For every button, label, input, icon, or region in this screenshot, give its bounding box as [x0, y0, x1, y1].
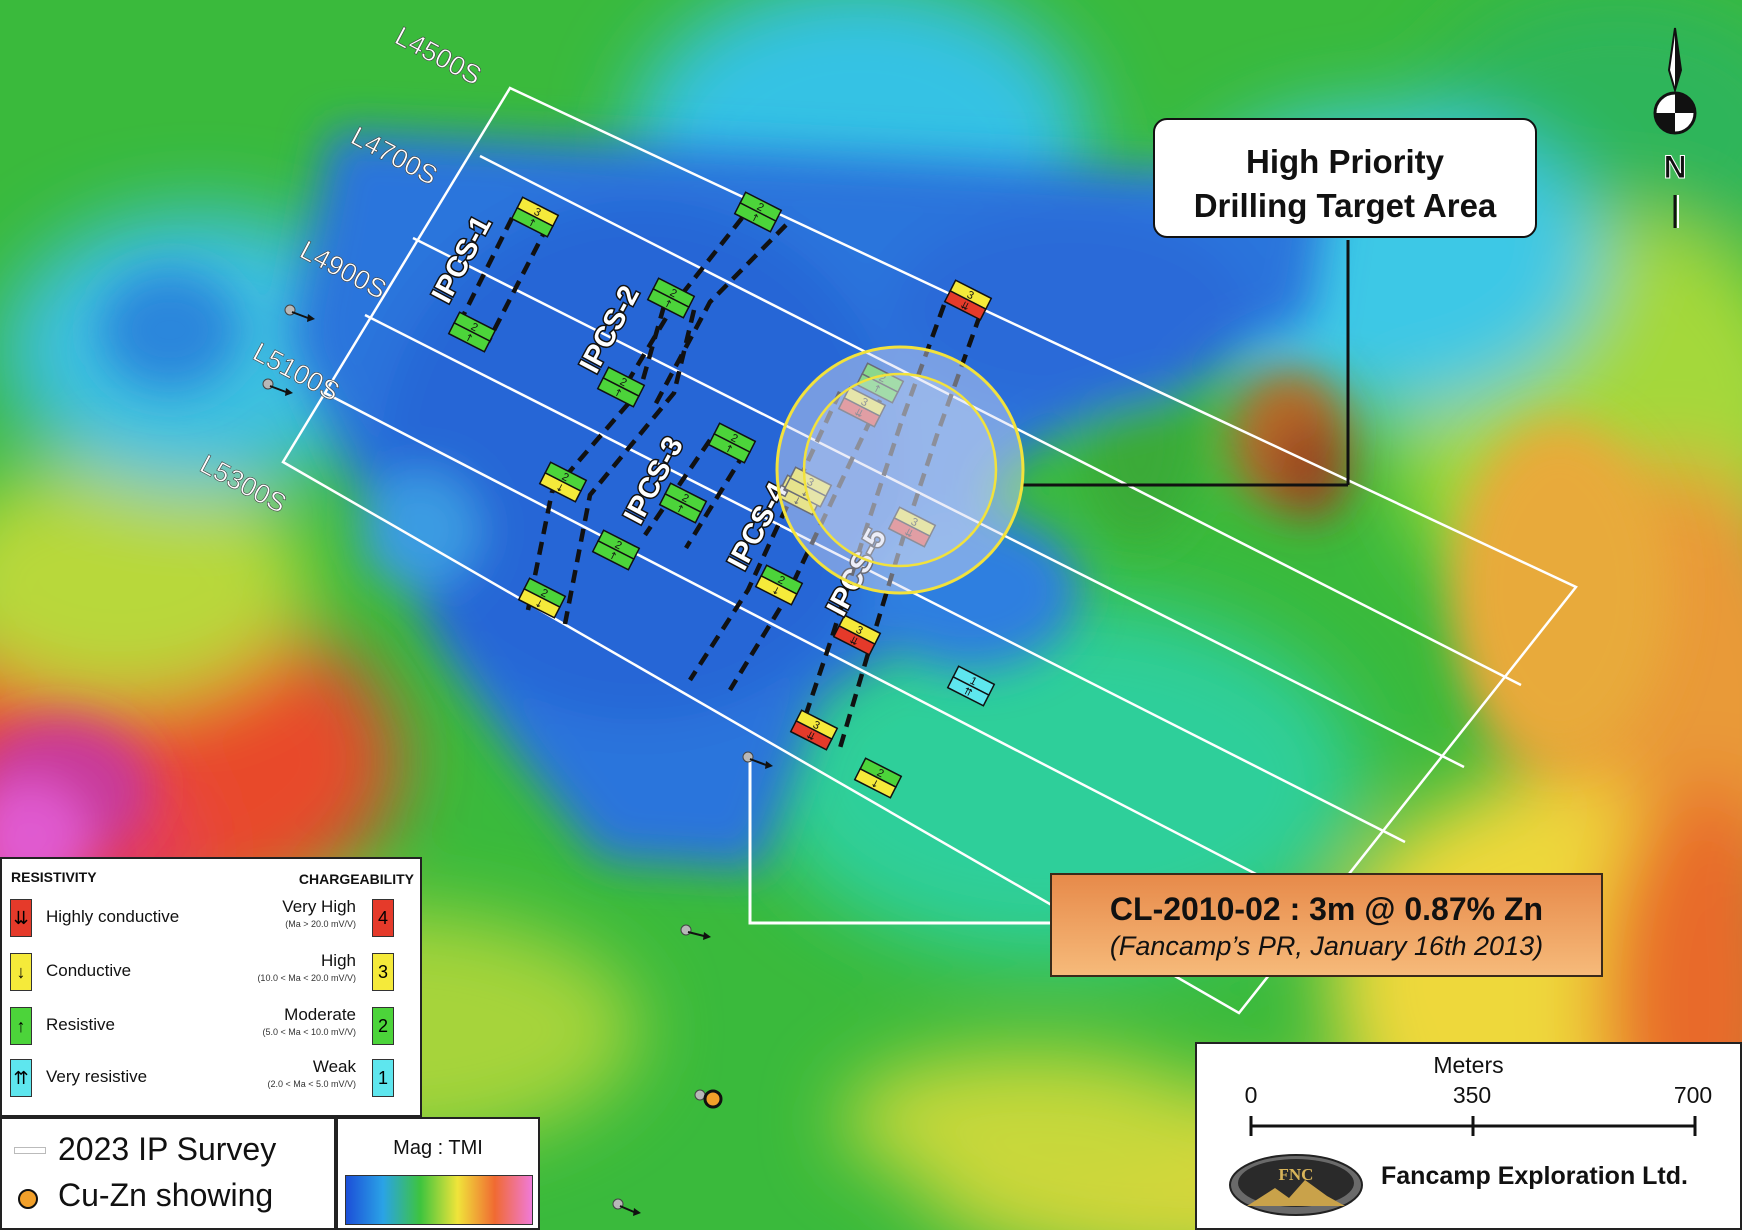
scale-title: Meters	[1433, 1052, 1504, 1078]
chargeability-swatch: 3	[372, 953, 394, 991]
ip-survey-swatch	[14, 1147, 46, 1154]
resistivity-label: Conductive	[46, 961, 132, 980]
down-arrow-icon: ↓	[10, 953, 32, 991]
resistivity-title: RESISTIVITY	[11, 869, 97, 885]
north-label: N	[1663, 149, 1686, 185]
chargeability-swatch: 4	[372, 899, 394, 937]
resistivity-label: Very resistive	[46, 1067, 148, 1086]
scale-company-panel: Meters 0 350 700 FNC Fancamp Exploration…	[1195, 1042, 1742, 1230]
chargeability-label: Weak	[312, 1057, 356, 1076]
company-name: Fancamp Exploration Ltd.	[1381, 1162, 1688, 1190]
chargeability-value: 2	[377, 1015, 388, 1036]
chargeability-label: High	[321, 951, 356, 970]
mag-color-ramp	[345, 1175, 533, 1225]
ip-legend: RESISTIVITY CHARGEABILITY ⇊ Highly conduc…	[0, 857, 422, 1117]
double-up-arrow-icon: ⇈	[10, 1059, 32, 1097]
chargeability-range: (10.0 < Ma < 20.0 mV/V)	[257, 973, 356, 983]
legend-row: ⇊ Highly conductive Very High (Ma > 20.0 mV…	[2, 895, 420, 945]
double-down-arrow-icon: ⇊	[10, 899, 32, 937]
scale-tick-label-0: 0	[1244, 1082, 1258, 1108]
resistivity-label: Resistive	[46, 1015, 115, 1034]
chargeability-range: (5.0 < Ma < 10.0 mV/V)	[262, 1027, 356, 1037]
legend-row: ⇈ Very resistive Weak (2.0 < Ma < 5.0 mV/V)…	[2, 1055, 420, 1105]
chargeability-title: CHARGEABILITY	[298, 871, 414, 887]
mag-legend-title: Mag : TMI	[393, 1137, 483, 1159]
cu-zn-showing-label: Cu-Zn showing	[58, 1177, 274, 1213]
target-circle	[775, 345, 1025, 595]
legend-row: ↑ Resistive Moderate (5.0 < Ma < 10.0 mV/V)…	[2, 1003, 420, 1053]
scale-tick-label-1: 350	[1452, 1082, 1492, 1108]
symbol-legend: 2023 IP Survey Cu-Zn showing	[0, 1117, 336, 1230]
logo-text: FNC	[1279, 1165, 1314, 1184]
scale-tick-label-2: 700	[1673, 1082, 1713, 1108]
chargeability-swatch: 1	[372, 1059, 394, 1097]
chargeability-value: 3	[377, 961, 388, 982]
scale-bar	[1249, 1116, 1697, 1136]
target-callout-line1: High Priority	[1245, 143, 1445, 180]
drillhole-5	[694, 1089, 706, 1101]
chargeability-label: Very High	[282, 897, 356, 916]
cu-zn-showing-icon	[18, 1189, 38, 1209]
chargeability-label: Moderate	[284, 1005, 356, 1024]
cu-zn-showing-marker	[703, 1089, 723, 1109]
chargeability-value: 1	[377, 1067, 388, 1088]
legend-row: ↓ Conductive High (10.0 < Ma < 20.0 mV/V) 3	[2, 949, 420, 999]
drill-result-line1: CL-2010-02 : 3m @ 0.87% Zn	[1109, 891, 1544, 927]
drill-result-line2: (Fancamp’s PR, January 16th 2013)	[1109, 931, 1544, 961]
drill-result-callout: CL-2010-02 : 3m @ 0.87% Zn (Fancamp’s PR…	[1050, 873, 1603, 977]
chargeability-range: (2.0 < Ma < 5.0 mV/V)	[267, 1079, 356, 1089]
chargeability-range: (Ma > 20.0 mV/V)	[285, 919, 356, 929]
ip-survey-label: 2023 IP Survey	[58, 1131, 277, 1167]
target-callout: High Priority Drilling Target Area	[1153, 118, 1537, 238]
mag-legend: Mag : TMI	[336, 1117, 540, 1230]
chargeability-value: 4	[377, 907, 388, 928]
chargeability-swatch: 2	[372, 1007, 394, 1045]
fancamp-logo: FNC	[1229, 1154, 1363, 1216]
target-callout-line2: Drilling Target Area	[1193, 187, 1497, 224]
up-arrow-icon: ↑	[10, 1007, 32, 1045]
resistivity-label: Highly conductive	[46, 907, 180, 926]
